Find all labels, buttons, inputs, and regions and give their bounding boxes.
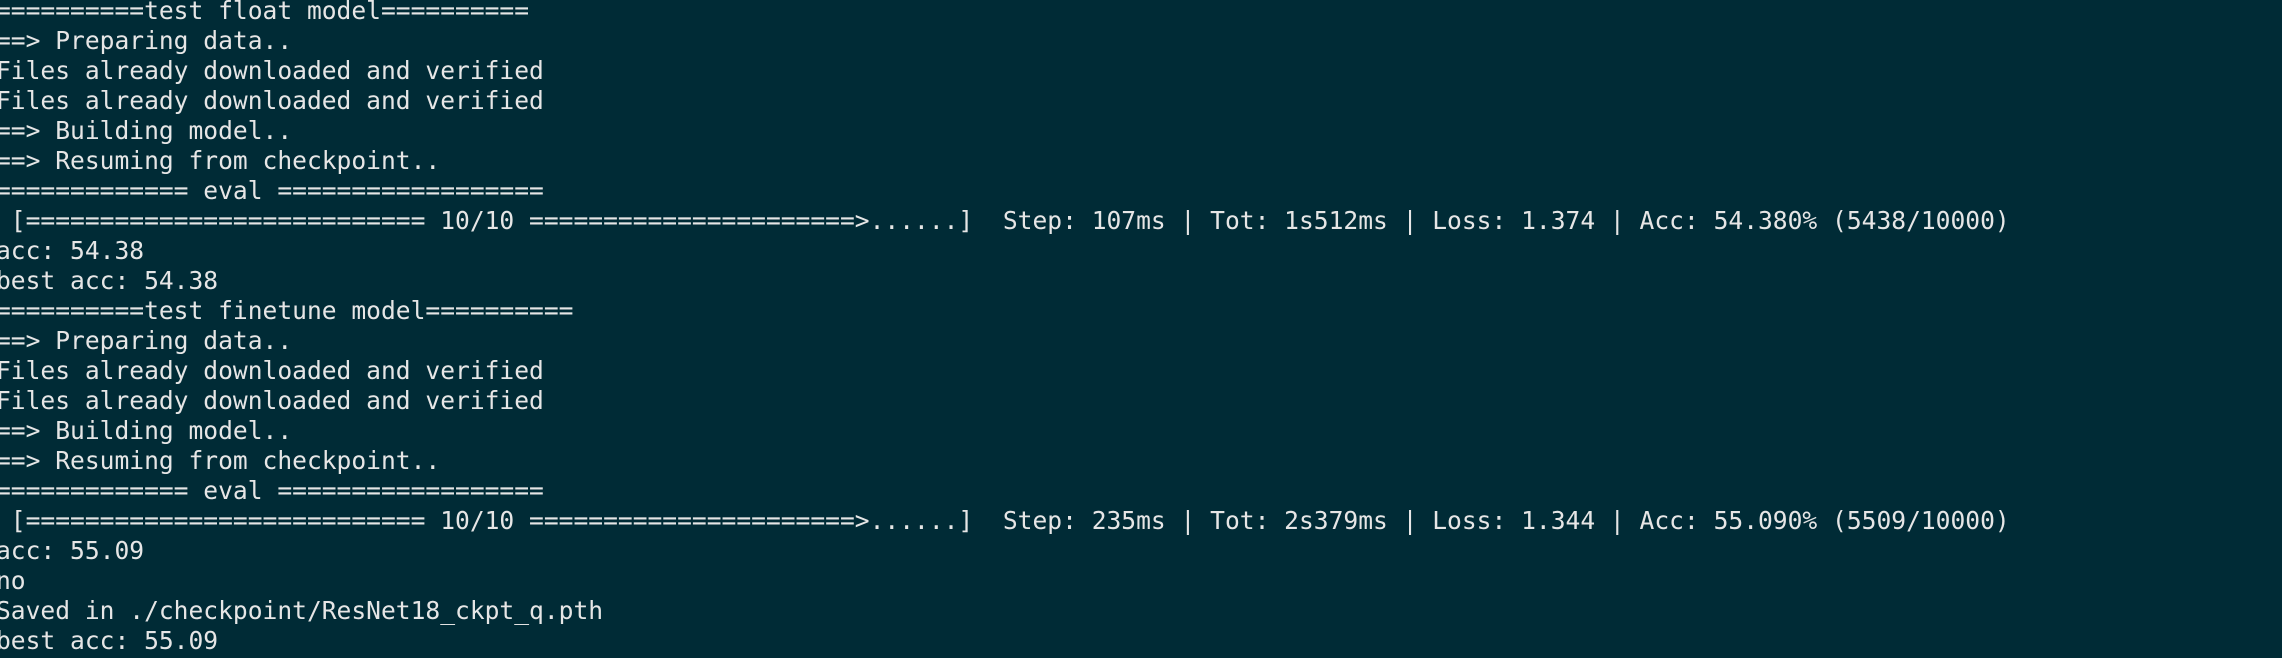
progress-line: [=========================== 10/10 =====…: [0, 206, 2010, 235]
terminal-line: ==> Resuming from checkpoint..: [0, 446, 441, 475]
terminal-line: ==> Preparing data..: [0, 326, 293, 355]
terminal-line: best acc: 54.38: [0, 266, 219, 295]
terminal-line: ============= eval ==================: [0, 176, 544, 205]
terminal-line: acc: 55.09: [0, 536, 145, 565]
terminal-line: no: [0, 566, 26, 595]
terminal-line: Files already downloaded and verified: [0, 56, 544, 85]
terminal-line: ==> Building model..: [0, 416, 293, 445]
terminal-line: ==> Resuming from checkpoint..: [0, 146, 441, 175]
terminal-line: Saved in ./checkpoint/ResNet18_ckpt_q.pt…: [0, 596, 604, 625]
terminal-line: ==> Preparing data..: [0, 26, 293, 55]
terminal-output[interactable]: ==========test float model========== ==>…: [0, 0, 2282, 658]
terminal-line: Files already downloaded and verified: [0, 356, 544, 385]
terminal-line: Files already downloaded and verified: [0, 386, 544, 415]
terminal-line: best acc: 55.09: [0, 626, 219, 655]
terminal-line: Files already downloaded and verified: [0, 86, 544, 115]
terminal-line: ==> Building model..: [0, 116, 293, 145]
terminal-line: ============= eval ==================: [0, 476, 544, 505]
progress-line: [=========================== 10/10 =====…: [0, 506, 2010, 535]
terminal-line: ==========test float model==========: [0, 0, 530, 25]
terminal-line: acc: 54.38: [0, 236, 145, 265]
terminal-line: ==========test finetune model==========: [0, 296, 574, 325]
